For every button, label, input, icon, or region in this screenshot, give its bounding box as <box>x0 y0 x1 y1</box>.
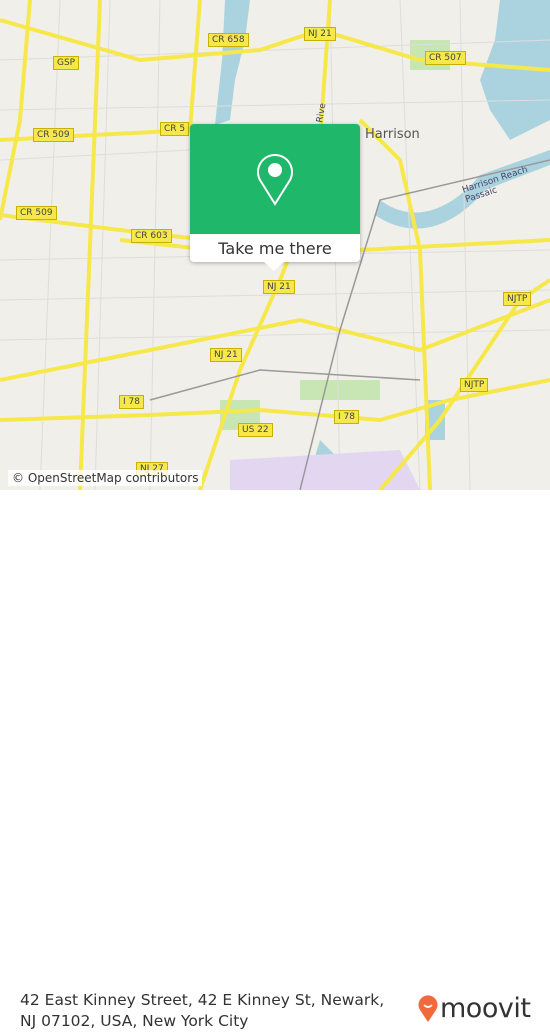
footer: 42 East Kinney Street, 42 E Kinney St, N… <box>0 490 550 1030</box>
road-shield: CR 603 <box>131 229 172 243</box>
road-shield: NJ 21 <box>263 280 295 294</box>
moovit-logo: moovit <box>418 993 531 1024</box>
attribution[interactable]: © OpenStreetMap contributors <box>8 470 203 486</box>
logo-text: moovit <box>440 993 531 1024</box>
road-shield: CR 507 <box>425 51 466 65</box>
popup-header <box>190 124 360 234</box>
road-shield: CR 509 <box>16 206 57 220</box>
place-label: Harrison <box>365 127 420 142</box>
road-shield: GSP <box>53 56 80 70</box>
road-shield: NJ 21 <box>210 348 242 362</box>
road-shield: NJTP <box>503 292 532 306</box>
road-shield: CR 658 <box>208 33 249 47</box>
road-shield: NJ 21 <box>304 27 336 41</box>
map-pin-icon <box>257 154 293 206</box>
road-shield: CR 5 <box>160 122 190 136</box>
take-me-there-button[interactable]: Take me there <box>190 234 360 262</box>
road-shield: US 22 <box>238 423 273 437</box>
destination-popup: Take me there <box>190 124 360 262</box>
address-text: 42 East Kinney Street, 42 E Kinney St, N… <box>20 991 385 1030</box>
road-shield: NJTP <box>460 378 489 392</box>
popup-pointer <box>264 262 284 271</box>
moovit-pin-icon <box>418 994 438 1022</box>
road-shield: I 78 <box>119 395 144 409</box>
road-shield: I 78 <box>334 410 359 424</box>
road-shield: CR 509 <box>33 128 74 142</box>
